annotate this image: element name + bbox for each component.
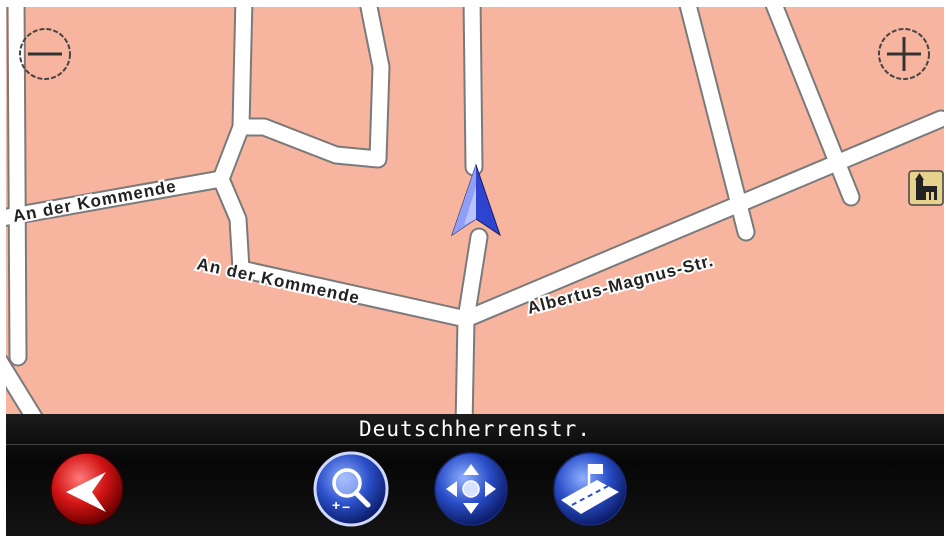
- map-view[interactable]: An der Kommende An der Kommende Albertus…: [6, 7, 944, 414]
- zoom-in-button[interactable]: [875, 25, 933, 83]
- zoom-out-icon: [19, 28, 71, 80]
- magnifier-plus-minus-icon: + −: [313, 451, 389, 527]
- vehicle-position-arrow-icon: [451, 163, 501, 237]
- zoom-in-icon: [878, 28, 930, 80]
- road-flag-icon: [553, 452, 627, 526]
- street-label-an-der-kommende-1: An der Kommende: [11, 176, 178, 225]
- four-way-arrows-icon: [434, 452, 508, 526]
- street-map: An der Kommende An der Kommende Albertus…: [6, 7, 944, 414]
- red-back-arrow-icon: [50, 452, 124, 526]
- svg-text:−: −: [342, 499, 350, 515]
- svg-text:+: +: [332, 497, 340, 513]
- current-street-name: Deutschherrenstr.: [6, 414, 944, 445]
- route-tool-button[interactable]: [551, 450, 629, 528]
- back-button[interactable]: [48, 450, 126, 528]
- bottom-toolbar: Deutschherrenstr. + −: [6, 414, 944, 536]
- zoom-out-button[interactable]: [16, 25, 74, 83]
- pan-tool-button[interactable]: [432, 450, 510, 528]
- church-poi-icon[interactable]: [908, 170, 944, 206]
- zoom-tool-button[interactable]: + −: [312, 450, 390, 528]
